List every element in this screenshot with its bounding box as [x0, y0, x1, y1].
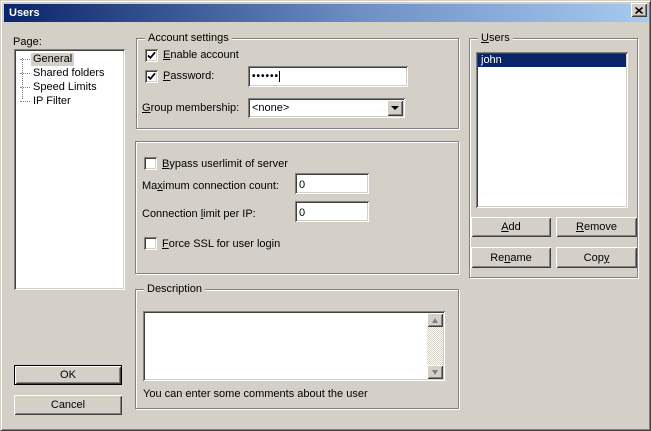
page-tree[interactable]: General Shared folders Speed Limits IP F… — [14, 49, 125, 290]
rename-button[interactable]: Rename — [471, 247, 551, 268]
users-group-title: Users — [478, 32, 513, 45]
bypass-userlimit-checkbox[interactable] — [144, 157, 157, 170]
max-connection-label: Maximum connection count: — [142, 180, 279, 193]
tree-branch-icon — [20, 101, 30, 102]
force-ssl-checkbox[interactable] — [144, 237, 157, 250]
ok-button-label: OK — [60, 369, 76, 381]
description-group-title: Description — [144, 283, 205, 296]
scrollbar-track[interactable] — [427, 327, 443, 365]
account-settings-group: Account settings Enable account Password… — [136, 38, 459, 129]
tree-item-general[interactable]: General — [14, 53, 125, 66]
checkmark-icon — [147, 72, 156, 81]
tree-item-speed-limits[interactable]: Speed Limits — [14, 81, 125, 94]
cancel-button-label: Cancel — [51, 399, 85, 411]
window-title: Users — [4, 4, 40, 22]
description-scrollbar[interactable] — [427, 313, 443, 379]
tree-item-ip-filter[interactable]: IP Filter — [14, 95, 125, 108]
tree-item-label: Shared folders — [31, 67, 107, 80]
close-button[interactable] — [631, 3, 647, 17]
text-caret — [279, 71, 280, 82]
bypass-userlimit-label: Bypass userlimit of server — [162, 158, 288, 171]
connection-limit-label: Connection limit per IP: — [142, 208, 256, 221]
description-group: Description You can enter some comments … — [135, 289, 459, 409]
chevron-down-icon — [391, 106, 399, 114]
dropdown-button[interactable] — [387, 100, 403, 116]
tree-branch-icon — [20, 73, 30, 74]
connection-limit-input[interactable] — [295, 201, 369, 222]
tree-item-label: General — [31, 53, 74, 66]
checkmark-icon — [147, 51, 156, 60]
password-checkbox[interactable] — [145, 70, 158, 83]
copy-button[interactable]: Copy — [556, 247, 637, 268]
remove-button-label: Remove — [576, 221, 617, 233]
tree-branch-icon — [20, 87, 30, 88]
arrow-down-icon — [432, 370, 438, 378]
tree-item-label: Speed Limits — [31, 81, 99, 94]
scroll-up-button[interactable] — [427, 313, 443, 327]
description-hint: You can enter some comments about the us… — [143, 388, 368, 401]
cancel-button[interactable]: Cancel — [14, 395, 122, 415]
account-settings-group-title: Account settings — [145, 32, 232, 45]
user-list-item[interactable]: john — [478, 54, 626, 67]
max-connection-input[interactable] — [295, 173, 369, 194]
group-membership-dropdown[interactable]: <none> — [248, 98, 405, 118]
force-ssl-label: Force SSL for user login — [162, 238, 280, 251]
password-input[interactable]: •••••• — [248, 66, 408, 87]
rename-button-label: Rename — [490, 252, 532, 264]
add-button[interactable]: Add — [471, 217, 551, 237]
add-button-label: Add — [501, 221, 521, 233]
password-masked-value: •••••• — [252, 71, 279, 82]
scroll-down-button[interactable] — [427, 365, 443, 379]
enable-account-label: Enable account — [163, 49, 239, 62]
arrow-up-icon — [432, 315, 438, 323]
copy-button-label: Copy — [584, 252, 610, 264]
users-group: Users john Add Remove Rename Copy — [469, 38, 638, 278]
connection-settings-group: Bypass userlimit of server Maximum conne… — [135, 141, 459, 274]
group-membership-label: Group membership: — [142, 102, 239, 115]
password-label: Password: — [163, 70, 214, 83]
users-listbox[interactable]: john — [476, 52, 628, 208]
tree-branch-icon — [20, 59, 30, 60]
description-textarea[interactable] — [143, 311, 445, 381]
title-bar[interactable]: Users — [4, 4, 649, 22]
tree-item-shared-folders[interactable]: Shared folders — [14, 67, 125, 80]
close-icon — [635, 7, 643, 14]
ok-button[interactable]: OK — [14, 365, 122, 385]
tree-item-label: IP Filter — [31, 95, 73, 108]
remove-button[interactable]: Remove — [556, 217, 637, 237]
page-label: Page: — [13, 36, 42, 49]
enable-account-checkbox[interactable] — [145, 49, 158, 62]
users-dialog: Users Page: General Shared folders Speed… — [0, 0, 651, 431]
dropdown-selected-value: <none> — [252, 102, 289, 114]
